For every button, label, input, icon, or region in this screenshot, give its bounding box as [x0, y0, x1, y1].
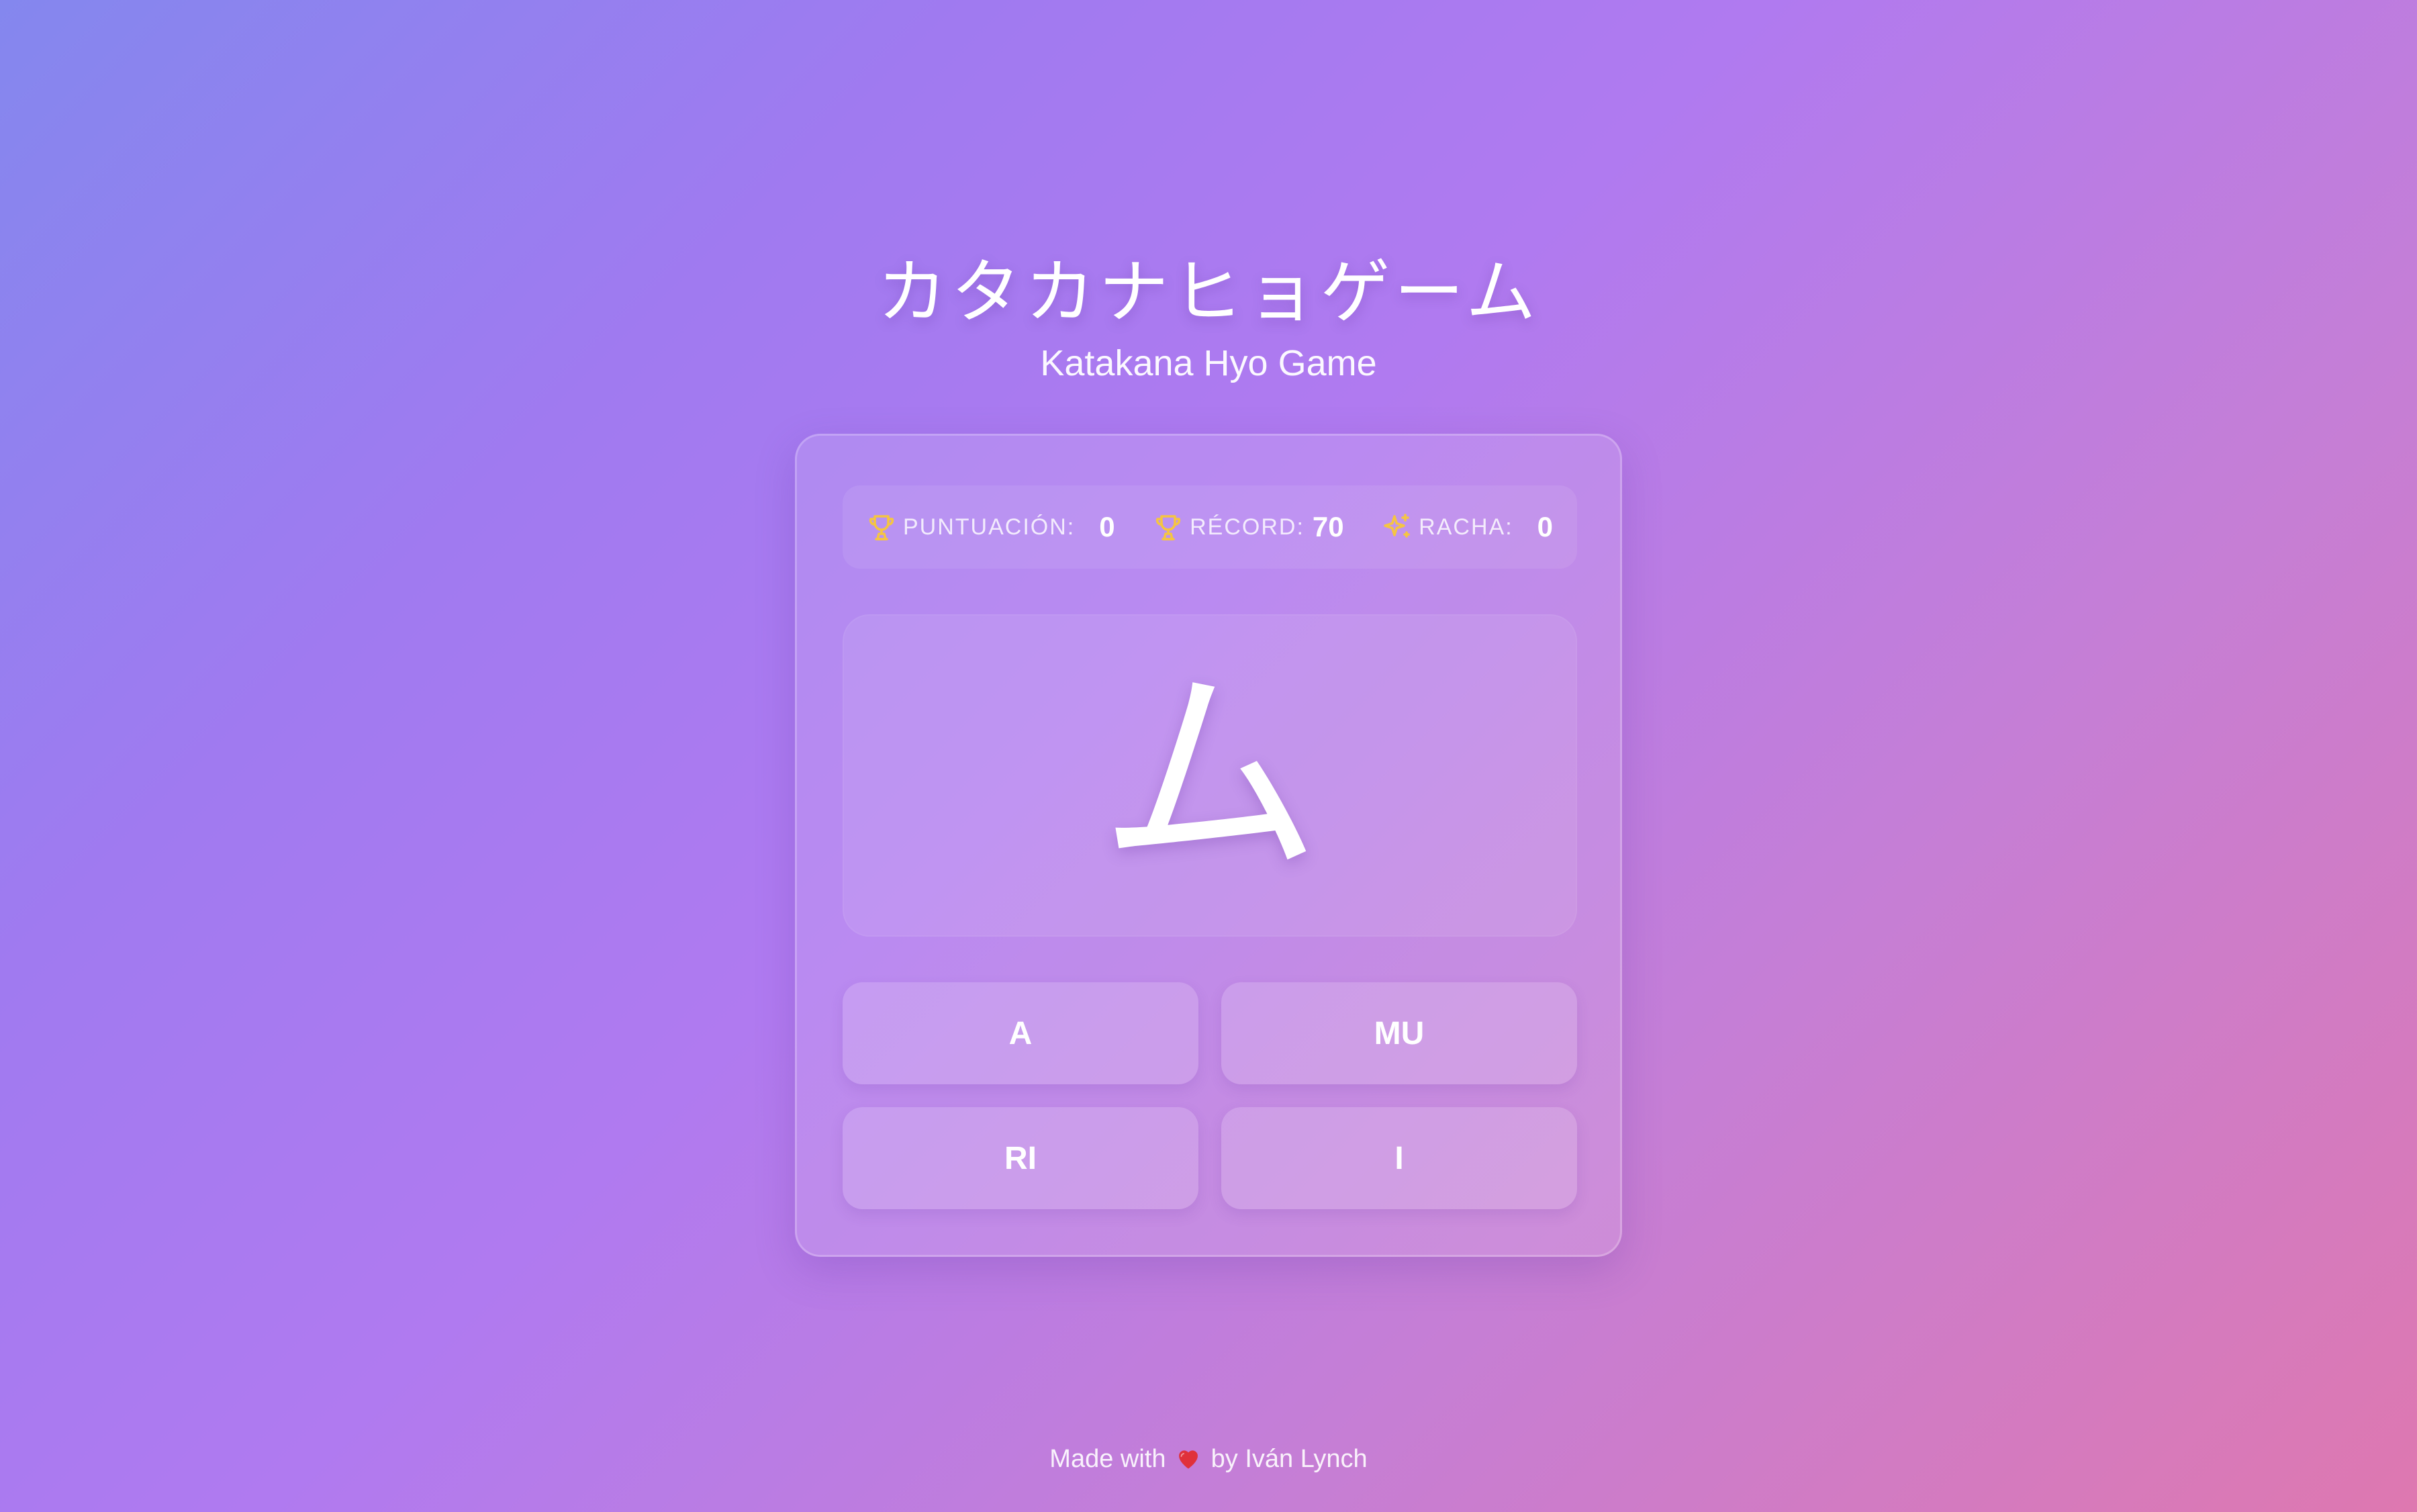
record-value: 70: [1312, 511, 1344, 542]
answer-options: A MU RI I: [843, 982, 1577, 1209]
trophy-icon: [869, 515, 894, 540]
heart-icon: [1179, 1450, 1198, 1469]
score-label: PUNTUACIÓN:: [903, 514, 1076, 540]
stat-streak: RACHA: 0: [1381, 485, 1553, 569]
option-button-mu[interactable]: MU: [1221, 982, 1577, 1084]
page-title: カタカナヒョゲーム: [877, 251, 1540, 333]
option-button-ri[interactable]: RI: [843, 1107, 1198, 1209]
character-display: ム: [843, 614, 1577, 937]
record-label: RÉCORD:: [1190, 514, 1305, 540]
katakana-character: ム: [1099, 647, 1321, 904]
trophy-icon: [1155, 515, 1181, 540]
header: カタカナヒョゲーム Katakana Hyo Game: [0, 248, 2417, 387]
page-subtitle: Katakana Hyo Game: [1040, 343, 1377, 383]
game-card: PUNTUACIÓN: 0 RÉCORD: 70 RACHA: 0 ム A MU…: [795, 434, 1622, 1257]
option-button-i[interactable]: I: [1221, 1107, 1577, 1209]
streak-value: 0: [1537, 511, 1553, 542]
footer-prefix: Made with: [1049, 1445, 1166, 1473]
streak-label: RACHA:: [1419, 514, 1513, 540]
footer: Made with by Iván Lynch: [0, 1445, 2417, 1474]
footer-suffix: by Iván Lynch: [1211, 1445, 1368, 1473]
sparkles-icon: [1384, 514, 1410, 538]
score-value: 0: [1099, 511, 1115, 542]
stats-bar: PUNTUACIÓN: 0 RÉCORD: 70 RACHA: 0: [843, 485, 1577, 569]
stat-record: RÉCORD: 70: [1152, 485, 1344, 569]
option-button-a[interactable]: A: [843, 982, 1198, 1084]
stat-score: PUNTUACIÓN: 0: [865, 485, 1115, 569]
